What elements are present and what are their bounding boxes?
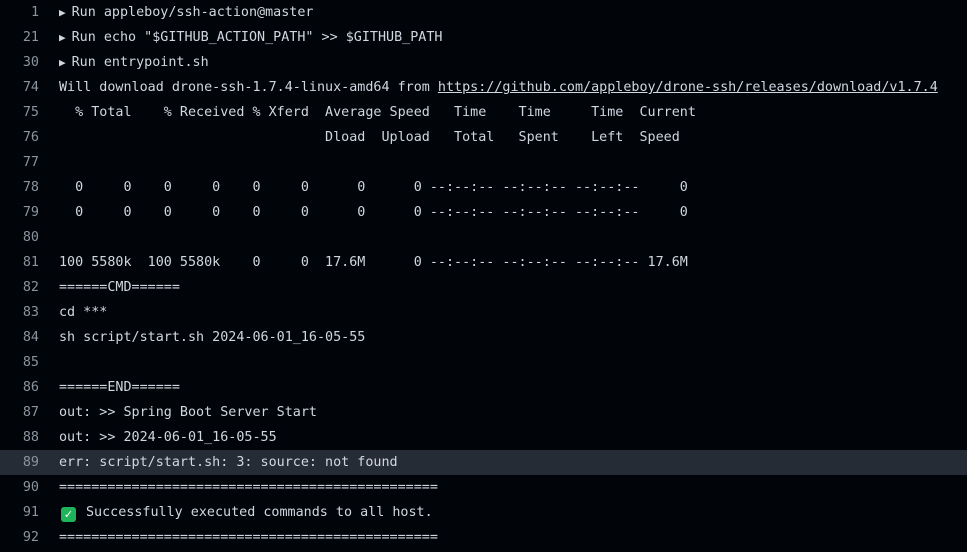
log-line: 82 ======CMD====== <box>0 275 967 300</box>
log-line: 81 100 5580k 100 5580k 0 0 17.6M 0 --:--:… <box>0 250 967 275</box>
line-content: ✓ Successfully executed commands to all h… <box>59 500 433 525</box>
line-number[interactable]: 79 <box>0 200 39 225</box>
log-line: 90 ======================================… <box>0 475 967 500</box>
log-line: 77 <box>0 150 967 175</box>
line-text: Dload Upload Total Spent Left Speed <box>59 130 680 145</box>
line-text: Run echo "$GITHUB_ACTION_PATH" >> $GITHU… <box>71 30 443 45</box>
line-number[interactable]: 91 <box>0 500 39 525</box>
line-text: out: >> 2024-06-01_16-05-55 <box>59 430 277 445</box>
log-group-row[interactable]: 21 ▶ Run echo "$GITHUB_ACTION_PATH" >> $GI… <box>0 25 967 50</box>
line-text: Will download drone-ssh-1.7.4-linux-amd6… <box>59 80 438 95</box>
line-number[interactable]: 21 <box>0 25 39 50</box>
line-content: ▶ Run entrypoint.sh <box>59 50 209 75</box>
check-box-icon: ✓ <box>61 507 76 522</box>
line-number[interactable]: 30 <box>0 50 39 75</box>
line-text: ========================================… <box>59 530 438 545</box>
log-line: 91 ✓ Successfully executed commands to all… <box>0 500 967 525</box>
line-text: Run entrypoint.sh <box>71 55 209 70</box>
line-content: ======END====== <box>59 375 180 400</box>
line-content: 0 0 0 0 0 0 0 0 --:--:-- --:--:-- --:--:… <box>59 200 688 225</box>
log-line: 85 <box>0 350 967 375</box>
line-number[interactable]: 1 <box>0 0 39 25</box>
log-line: 80 <box>0 225 967 250</box>
line-number[interactable]: 76 <box>0 125 39 150</box>
line-text: cd *** <box>59 305 108 320</box>
line-text: % Total % Received % Xferd Average Speed… <box>59 105 696 120</box>
line-number[interactable]: 86 <box>0 375 39 400</box>
line-number[interactable]: 89 <box>0 450 39 475</box>
log-output: 1 ▶ Run appleboy/ssh-action@master 21 ▶ Run e… <box>0 0 967 550</box>
log-line: 78 0 0 0 0 0 0 0 0 --:--:-- --:--:-- --:… <box>0 175 967 200</box>
line-content: sh script/start.sh 2024-06-01_16-05-55 <box>59 325 365 350</box>
line-content: ▶ Run echo "$GITHUB_ACTION_PATH" >> $GITH… <box>59 25 442 50</box>
log-line: 79 0 0 0 0 0 0 0 0 --:--:-- --:--:-- --:… <box>0 200 967 225</box>
line-text: Successfully executed commands to all ho… <box>86 505 433 520</box>
log-line: 76 Dload Upload Total Spent Left Speed <box>0 125 967 150</box>
line-number[interactable]: 80 <box>0 225 39 250</box>
log-line: 87 out: >> Spring Boot Server Start <box>0 400 967 425</box>
line-content: ▶ Run appleboy/ssh-action@master <box>59 0 313 25</box>
line-content: 100 5580k 100 5580k 0 0 17.6M 0 --:--:--… <box>59 250 688 275</box>
line-number[interactable]: 84 <box>0 325 39 350</box>
log-line: 92 ======================================… <box>0 525 967 550</box>
line-number[interactable]: 83 <box>0 300 39 325</box>
line-content: cd *** <box>59 300 107 325</box>
line-text: 100 5580k 100 5580k 0 0 17.6M 0 --:--:--… <box>59 255 688 270</box>
line-content: err: script/start.sh: 3: source: not fou… <box>59 450 398 475</box>
line-content: Will download drone-ssh-1.7.4-linux-amd6… <box>59 75 938 100</box>
line-text: 0 0 0 0 0 0 0 0 --:--:-- --:--:-- --:--:… <box>59 180 688 195</box>
triangle-right-icon[interactable]: ▶ <box>59 56 66 69</box>
line-text: out: >> Spring Boot Server Start <box>59 405 317 420</box>
line-content: % Total % Received % Xferd Average Speed… <box>59 100 696 125</box>
line-number[interactable]: 75 <box>0 100 39 125</box>
line-number[interactable]: 85 <box>0 350 39 375</box>
log-line: 75 % Total % Received % Xferd Average Sp… <box>0 100 967 125</box>
log-group-row[interactable]: 1 ▶ Run appleboy/ssh-action@master <box>0 0 967 25</box>
log-line: 74 Will download drone-ssh-1.7.4-linux-am… <box>0 75 967 100</box>
line-content: 0 0 0 0 0 0 0 0 --:--:-- --:--:-- --:--:… <box>59 175 688 200</box>
log-line: 86 ======END====== <box>0 375 967 400</box>
log-line: 88 out: >> 2024-06-01_16-05-55 <box>0 425 967 450</box>
line-content: Dload Upload Total Spent Left Speed <box>59 125 680 150</box>
line-number[interactable]: 77 <box>0 150 39 175</box>
line-text: ======END====== <box>59 380 180 395</box>
line-content: ======CMD====== <box>59 275 180 300</box>
line-text: err: script/start.sh: 3: source: not fou… <box>59 455 398 470</box>
line-number[interactable]: 90 <box>0 475 39 500</box>
line-number[interactable]: 88 <box>0 425 39 450</box>
line-number[interactable]: 81 <box>0 250 39 275</box>
line-text: ========================================… <box>59 480 438 495</box>
line-number[interactable]: 92 <box>0 525 39 550</box>
line-content: out: >> Spring Boot Server Start <box>59 400 317 425</box>
triangle-right-icon[interactable]: ▶ <box>59 31 66 44</box>
download-link[interactable]: https://github.com/appleboy/drone-ssh/re… <box>438 80 938 95</box>
line-content: ========================================… <box>59 525 438 550</box>
line-text: sh script/start.sh 2024-06-01_16-05-55 <box>59 330 366 345</box>
line-number[interactable]: 87 <box>0 400 39 425</box>
line-content: ========================================… <box>59 475 438 500</box>
line-number[interactable]: 74 <box>0 75 39 100</box>
line-text: Run appleboy/ssh-action@master <box>71 5 314 20</box>
log-line: 89 err: script/start.sh: 3: source: not f… <box>0 450 967 475</box>
log-line: 84 sh script/start.sh 2024-06-01_16-05-55 <box>0 325 967 350</box>
log-group-row[interactable]: 30 ▶ Run entrypoint.sh <box>0 50 967 75</box>
line-text: ======CMD====== <box>59 280 180 295</box>
log-line: 83 cd *** <box>0 300 967 325</box>
line-content: out: >> 2024-06-01_16-05-55 <box>59 425 277 450</box>
line-text: 0 0 0 0 0 0 0 0 --:--:-- --:--:-- --:--:… <box>59 205 688 220</box>
line-number[interactable]: 78 <box>0 175 39 200</box>
line-number[interactable]: 82 <box>0 275 39 300</box>
triangle-right-icon[interactable]: ▶ <box>59 6 66 19</box>
